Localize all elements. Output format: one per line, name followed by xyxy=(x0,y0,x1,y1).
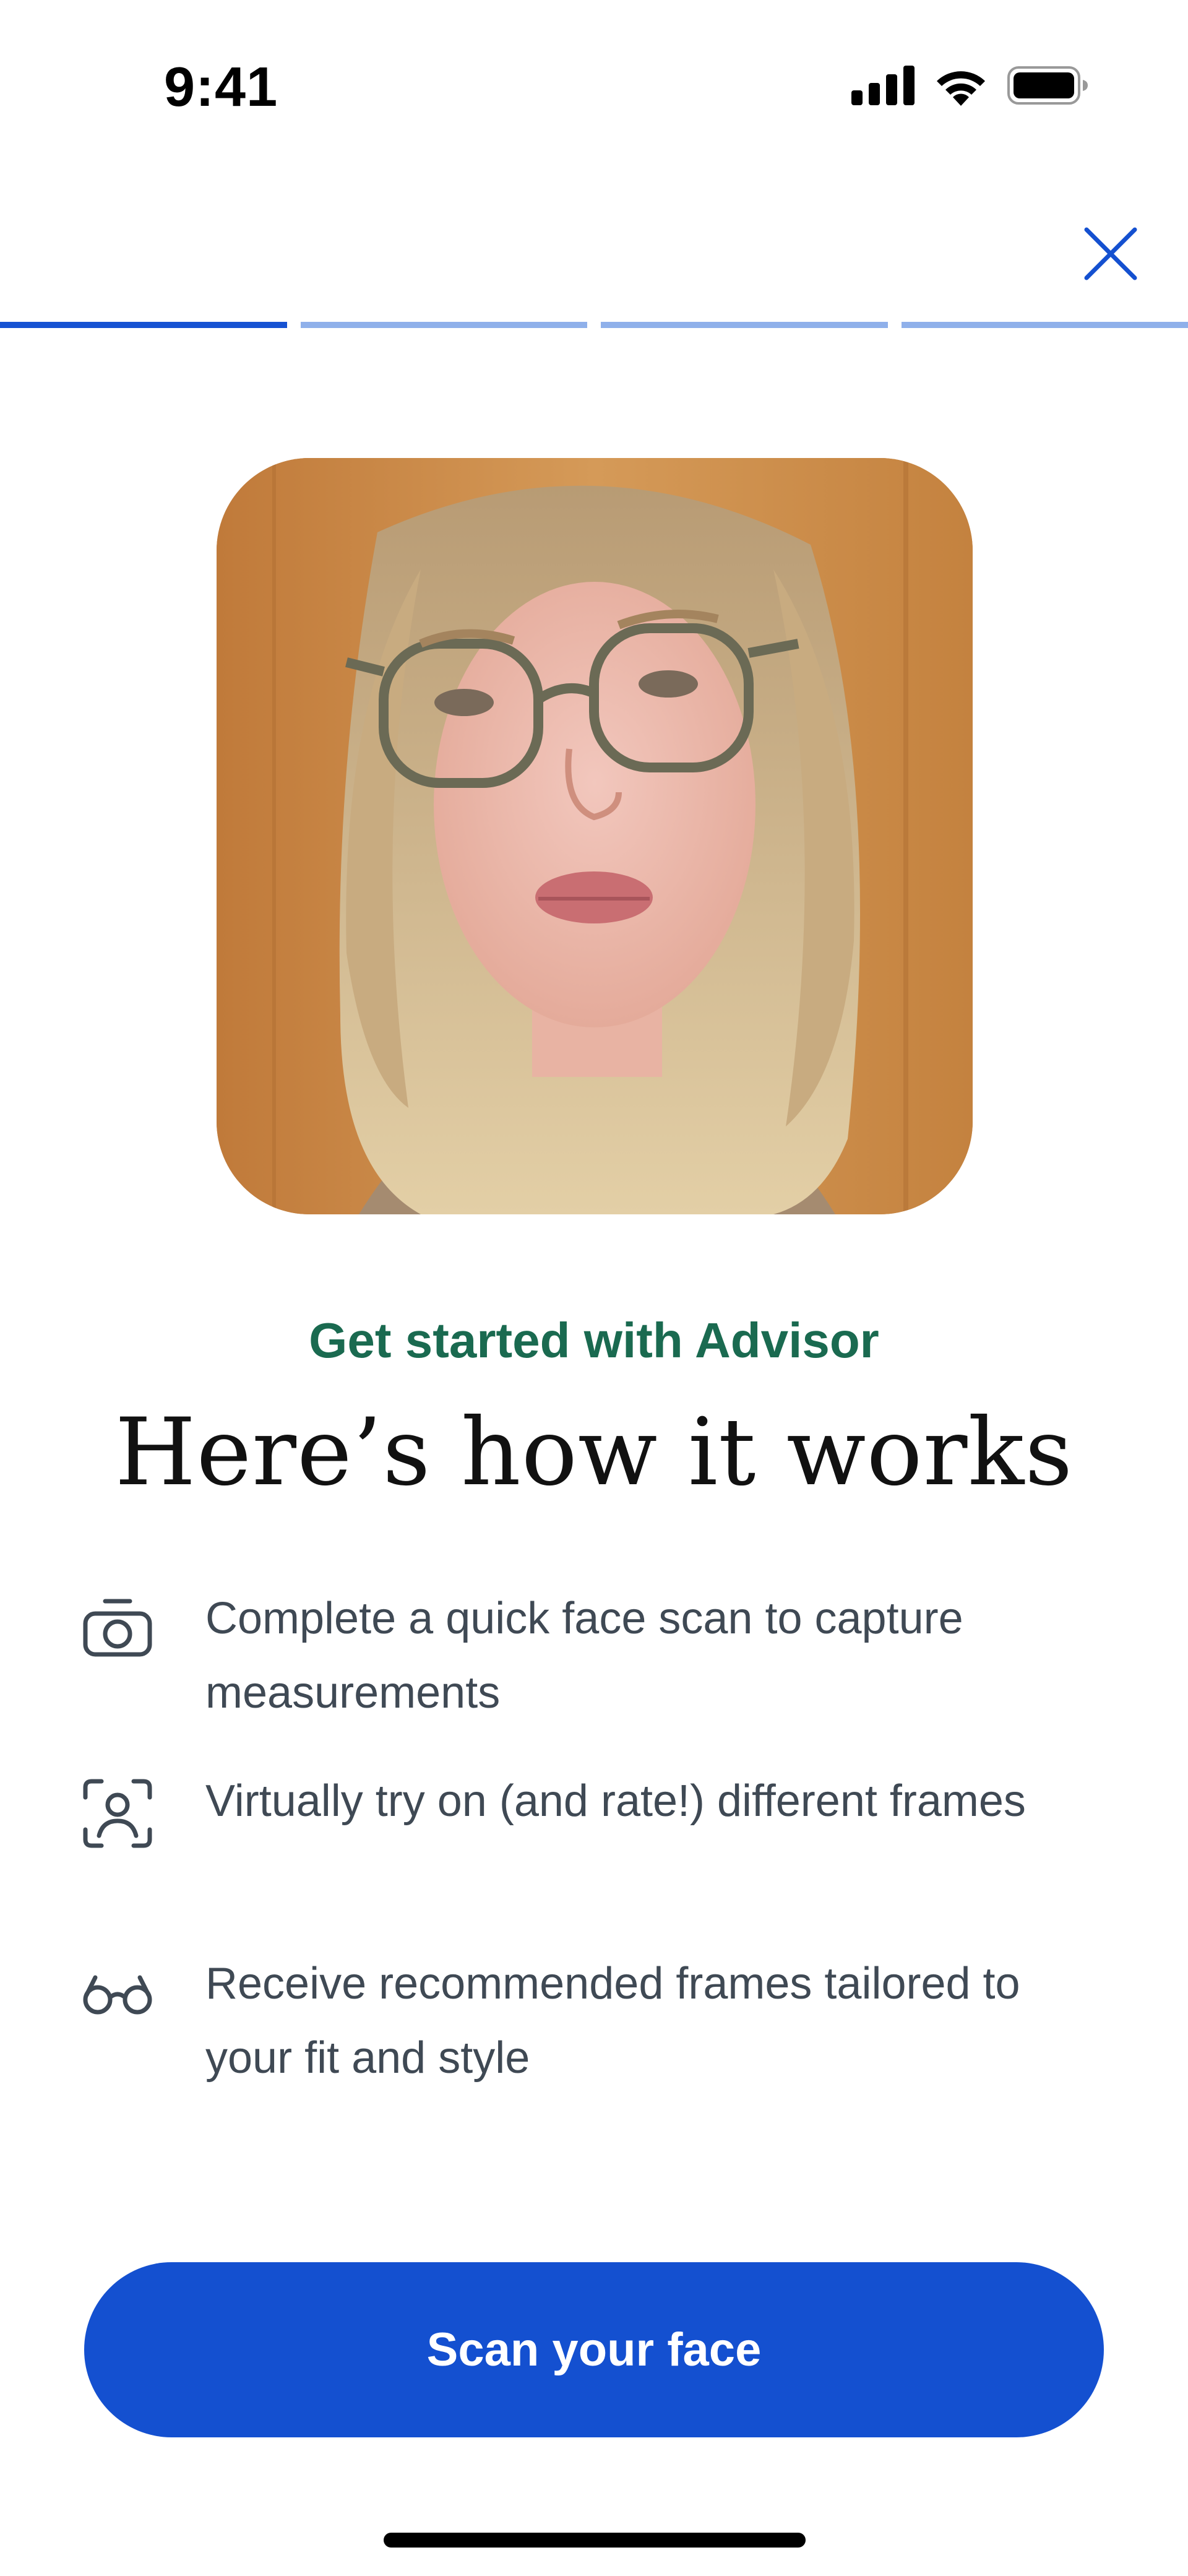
step-text: Receive recommended frames tailored to y… xyxy=(205,1959,1020,2083)
scan-face-button[interactable]: Scan your face xyxy=(84,2262,1104,2437)
progress-segment-4 xyxy=(901,322,1188,328)
list-item: Virtually try on (and rate!) different f… xyxy=(80,1764,1108,1947)
home-indicator[interactable] xyxy=(384,2533,806,2548)
close-icon xyxy=(1084,227,1137,280)
step-text: Complete a quick face scan to capture me… xyxy=(205,1594,963,1718)
progress-segment-1 xyxy=(0,322,287,328)
close-button[interactable] xyxy=(1077,220,1145,288)
status-icons xyxy=(851,65,1089,109)
wifi-icon xyxy=(933,65,989,109)
progress-segment-3 xyxy=(601,322,888,328)
progress-segment-2 xyxy=(300,322,587,328)
list-item: Complete a quick face scan to capture me… xyxy=(80,1581,1108,1764)
face-scan-icon xyxy=(80,1776,161,1857)
step-text: Virtually try on (and rate!) different f… xyxy=(205,1776,1026,1826)
face-photo xyxy=(217,458,973,1214)
status-time: 9:41 xyxy=(164,56,278,118)
how-it-works-list: Complete a quick face scan to capture me… xyxy=(80,1581,1108,2129)
status-bar: 9:41 xyxy=(0,0,1188,173)
battery-icon xyxy=(1007,66,1089,108)
cellular-signal-icon xyxy=(851,66,915,108)
glasses-icon xyxy=(80,1959,161,2039)
advisor-intro-screen: 9:41 Get started with Advisor Here’s how… xyxy=(0,0,1188,2576)
page-title: Here’s how it works xyxy=(114,1399,1074,1506)
step-progress-bar xyxy=(0,322,1188,329)
camera-icon xyxy=(80,1594,161,1674)
list-item: Receive recommended frames tailored to y… xyxy=(80,1947,1108,2129)
eyebrow-title: Get started with Advisor xyxy=(309,1313,879,1368)
